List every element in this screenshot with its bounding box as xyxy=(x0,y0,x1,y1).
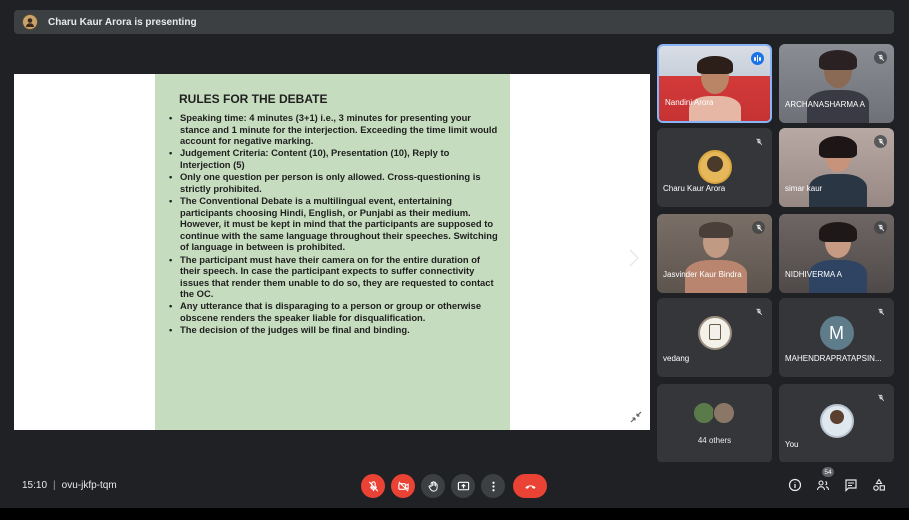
meeting-details-button[interactable] xyxy=(787,477,803,493)
rule-item: Any utterance that is disparaging to a p… xyxy=(169,300,498,323)
shrink-icon[interactable] xyxy=(630,410,642,423)
people-icon xyxy=(816,480,830,491)
participant-tile-charu[interactable]: Charu Kaur Arora xyxy=(657,128,772,207)
participant-name: simar kaur xyxy=(785,184,823,193)
camera-toggle-button[interactable] xyxy=(391,474,415,498)
mic-off-icon xyxy=(874,135,887,148)
participant-name: vedang xyxy=(663,354,690,363)
participant-name: Nandini Arora xyxy=(665,98,714,107)
more-options-button[interactable] xyxy=(481,474,505,498)
meeting-code: ovu-jkfp-tqm xyxy=(61,480,117,491)
rule-item: Judgement Criteria: Content (10), Presen… xyxy=(169,147,498,170)
end-call-button[interactable] xyxy=(513,474,547,498)
info-icon xyxy=(788,478,802,492)
slide: RULES FOR THE DEBATE Speaking time: 4 mi… xyxy=(155,74,510,430)
raise-hand-button[interactable] xyxy=(421,474,445,498)
chat-button[interactable] xyxy=(843,477,859,493)
rule-item: Speaking time: 4 minutes (3+1) i.e., 3 m… xyxy=(169,112,498,147)
more-vert-icon xyxy=(491,481,495,491)
hang-up-icon xyxy=(524,484,536,489)
speaking-indicator-icon xyxy=(751,52,764,65)
participant-name: Jasvinder Kaur Bindra xyxy=(663,270,742,279)
participant-name: ARCHANASHARMA A xyxy=(785,100,866,109)
presentation-stage: RULES FOR THE DEBATE Speaking time: 4 mi… xyxy=(14,74,650,430)
current-time: 15:10 xyxy=(22,480,48,491)
mic-off-icon xyxy=(874,305,887,318)
slide-title: RULES FOR THE DEBATE xyxy=(179,92,328,106)
people-button[interactable] xyxy=(815,477,831,493)
screen-bottom-edge xyxy=(0,508,909,520)
next-slide-chevron-icon[interactable] xyxy=(626,246,642,270)
participant-tile-vedang[interactable]: vedang xyxy=(657,298,772,377)
camera-off-icon xyxy=(397,480,409,492)
mic-off-icon xyxy=(752,305,765,318)
participant-tile-mahendra[interactable]: M MAHENDRAPRATAPSIN... xyxy=(779,298,894,377)
rule-item: Only one question per person is only all… xyxy=(169,171,498,194)
others-avatar xyxy=(713,402,735,424)
others-avatar xyxy=(693,402,715,424)
activities-button[interactable] xyxy=(871,477,887,493)
participant-name: MAHENDRAPRATAPSIN... xyxy=(785,354,882,363)
participant-tile-others[interactable]: 44 others xyxy=(657,384,772,463)
mic-off-icon xyxy=(874,221,887,234)
mic-off-icon xyxy=(368,480,378,492)
participant-tile-jasvinder[interactable]: Jasvinder Kaur Bindra xyxy=(657,214,772,293)
mic-off-icon xyxy=(874,51,887,64)
presenter-avatar-icon xyxy=(22,14,38,30)
others-count: 44 others xyxy=(697,436,732,445)
people-count-badge: 54 xyxy=(822,467,834,477)
bottom-control-bar: 15:10 | ovu-jkfp-tqm 54 xyxy=(0,462,909,508)
rule-item: The Conventional Debate is a multilingua… xyxy=(169,195,498,253)
presenting-banner: Charu Kaur Arora is presenting xyxy=(14,10,894,34)
mic-toggle-button[interactable] xyxy=(361,474,385,498)
participant-tile-nandini[interactable]: Nandini Arora xyxy=(657,44,772,123)
letter-avatar: M xyxy=(819,316,854,350)
rule-item: The decision of the judges will be final… xyxy=(169,324,498,336)
mic-off-icon xyxy=(752,221,765,234)
participant-tile-nidhi[interactable]: NIDHIVERMA A xyxy=(779,214,894,293)
participant-tile-you[interactable]: You xyxy=(779,384,894,463)
participant-tile-simar[interactable]: simar kaur xyxy=(779,128,894,207)
activities-icon xyxy=(873,478,885,491)
present-screen-button[interactable] xyxy=(451,474,475,498)
presenting-banner-text: Charu Kaur Arora is presenting xyxy=(48,16,197,28)
present-icon xyxy=(457,481,469,490)
participant-tile-archana[interactable]: ARCHANASHARMA A xyxy=(779,44,894,123)
rules-list: Speaking time: 4 minutes (3+1) i.e., 3 m… xyxy=(165,112,498,336)
participant-name: You xyxy=(785,440,799,449)
separator: | xyxy=(53,480,56,491)
participant-name: Charu Kaur Arora xyxy=(663,184,726,193)
mic-off-icon xyxy=(752,135,765,148)
participant-name: NIDHIVERMA A xyxy=(785,270,842,279)
chat-icon xyxy=(845,479,857,492)
meeting-info: 15:10 | ovu-jkfp-tqm xyxy=(22,480,117,491)
mic-off-icon xyxy=(874,391,887,404)
rule-item: The participant must have their camera o… xyxy=(169,254,498,300)
hand-icon xyxy=(428,480,438,492)
